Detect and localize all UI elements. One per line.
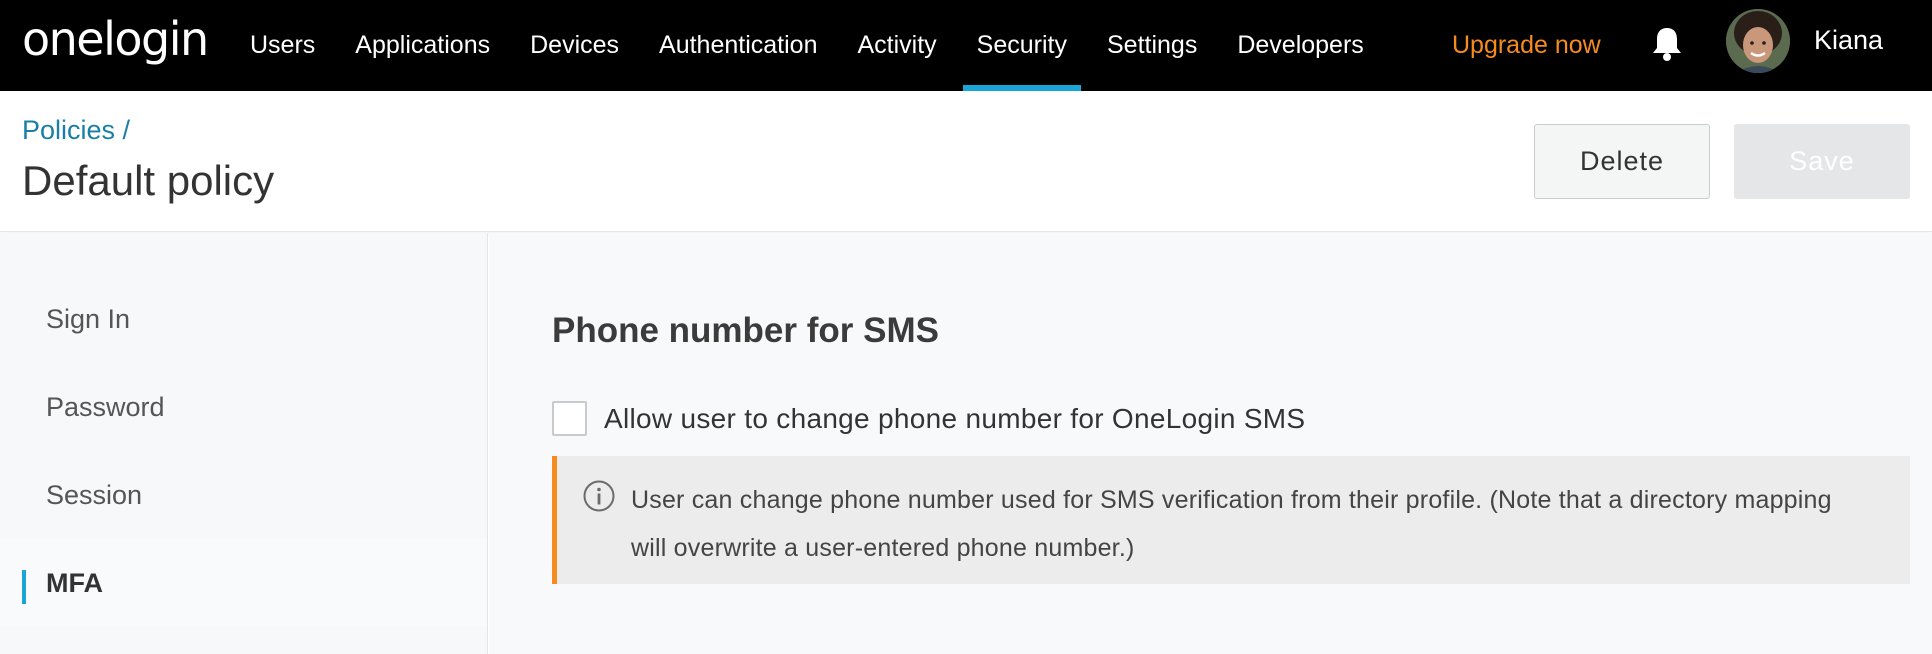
nav-item-applications[interactable]: Applications xyxy=(335,0,510,91)
sidebar-item-password[interactable]: Password xyxy=(0,363,487,451)
delete-button[interactable]: Delete xyxy=(1534,124,1710,199)
nav-item-activity[interactable]: Activity xyxy=(837,0,956,91)
info-text: User can change phone number used for SM… xyxy=(631,486,1832,562)
nav-item-devices[interactable]: Devices xyxy=(510,0,639,91)
user-name[interactable]: Kiana xyxy=(1814,0,1883,81)
nav-item-security[interactable]: Security xyxy=(957,0,1087,91)
bell-icon[interactable] xyxy=(1650,25,1684,63)
upgrade-now-link[interactable]: Upgrade now xyxy=(1452,0,1601,91)
avatar[interactable] xyxy=(1726,9,1790,73)
top-nav: onelogin Users Applications Devices Auth… xyxy=(0,0,1932,91)
page-title: Default policy xyxy=(22,157,275,204)
save-button[interactable]: Save xyxy=(1734,124,1910,199)
section-title: Phone number for SMS xyxy=(552,311,939,350)
onelogin-logo[interactable]: onelogin xyxy=(22,12,209,66)
main-content: Phone number for SMS Allow user to chang… xyxy=(489,233,1932,654)
allow-phone-change-row: Allow user to change phone number for On… xyxy=(552,401,1305,436)
sidebar-item-mfa[interactable]: MFA xyxy=(0,539,487,627)
nav-item-settings[interactable]: Settings xyxy=(1087,0,1217,91)
nav-item-authentication[interactable]: Authentication xyxy=(639,0,837,91)
policy-sidebar: Sign In Password Session MFA xyxy=(0,233,488,654)
nav-item-developers[interactable]: Developers xyxy=(1217,0,1383,91)
sidebar-item-sign-in[interactable]: Sign In xyxy=(0,275,487,363)
info-callout: User can change phone number used for SM… xyxy=(552,456,1910,584)
sidebar-item-session[interactable]: Session xyxy=(0,451,487,539)
allow-phone-change-checkbox[interactable] xyxy=(552,401,587,436)
breadcrumb[interactable]: Policies / xyxy=(22,115,130,146)
allow-phone-change-label[interactable]: Allow user to change phone number for On… xyxy=(604,403,1305,435)
nav-item-users[interactable]: Users xyxy=(230,0,335,91)
info-icon xyxy=(582,479,616,513)
nav-items: Users Applications Devices Authenticatio… xyxy=(230,0,1384,91)
page-header: Policies / Default policy Delete Save xyxy=(0,91,1932,232)
